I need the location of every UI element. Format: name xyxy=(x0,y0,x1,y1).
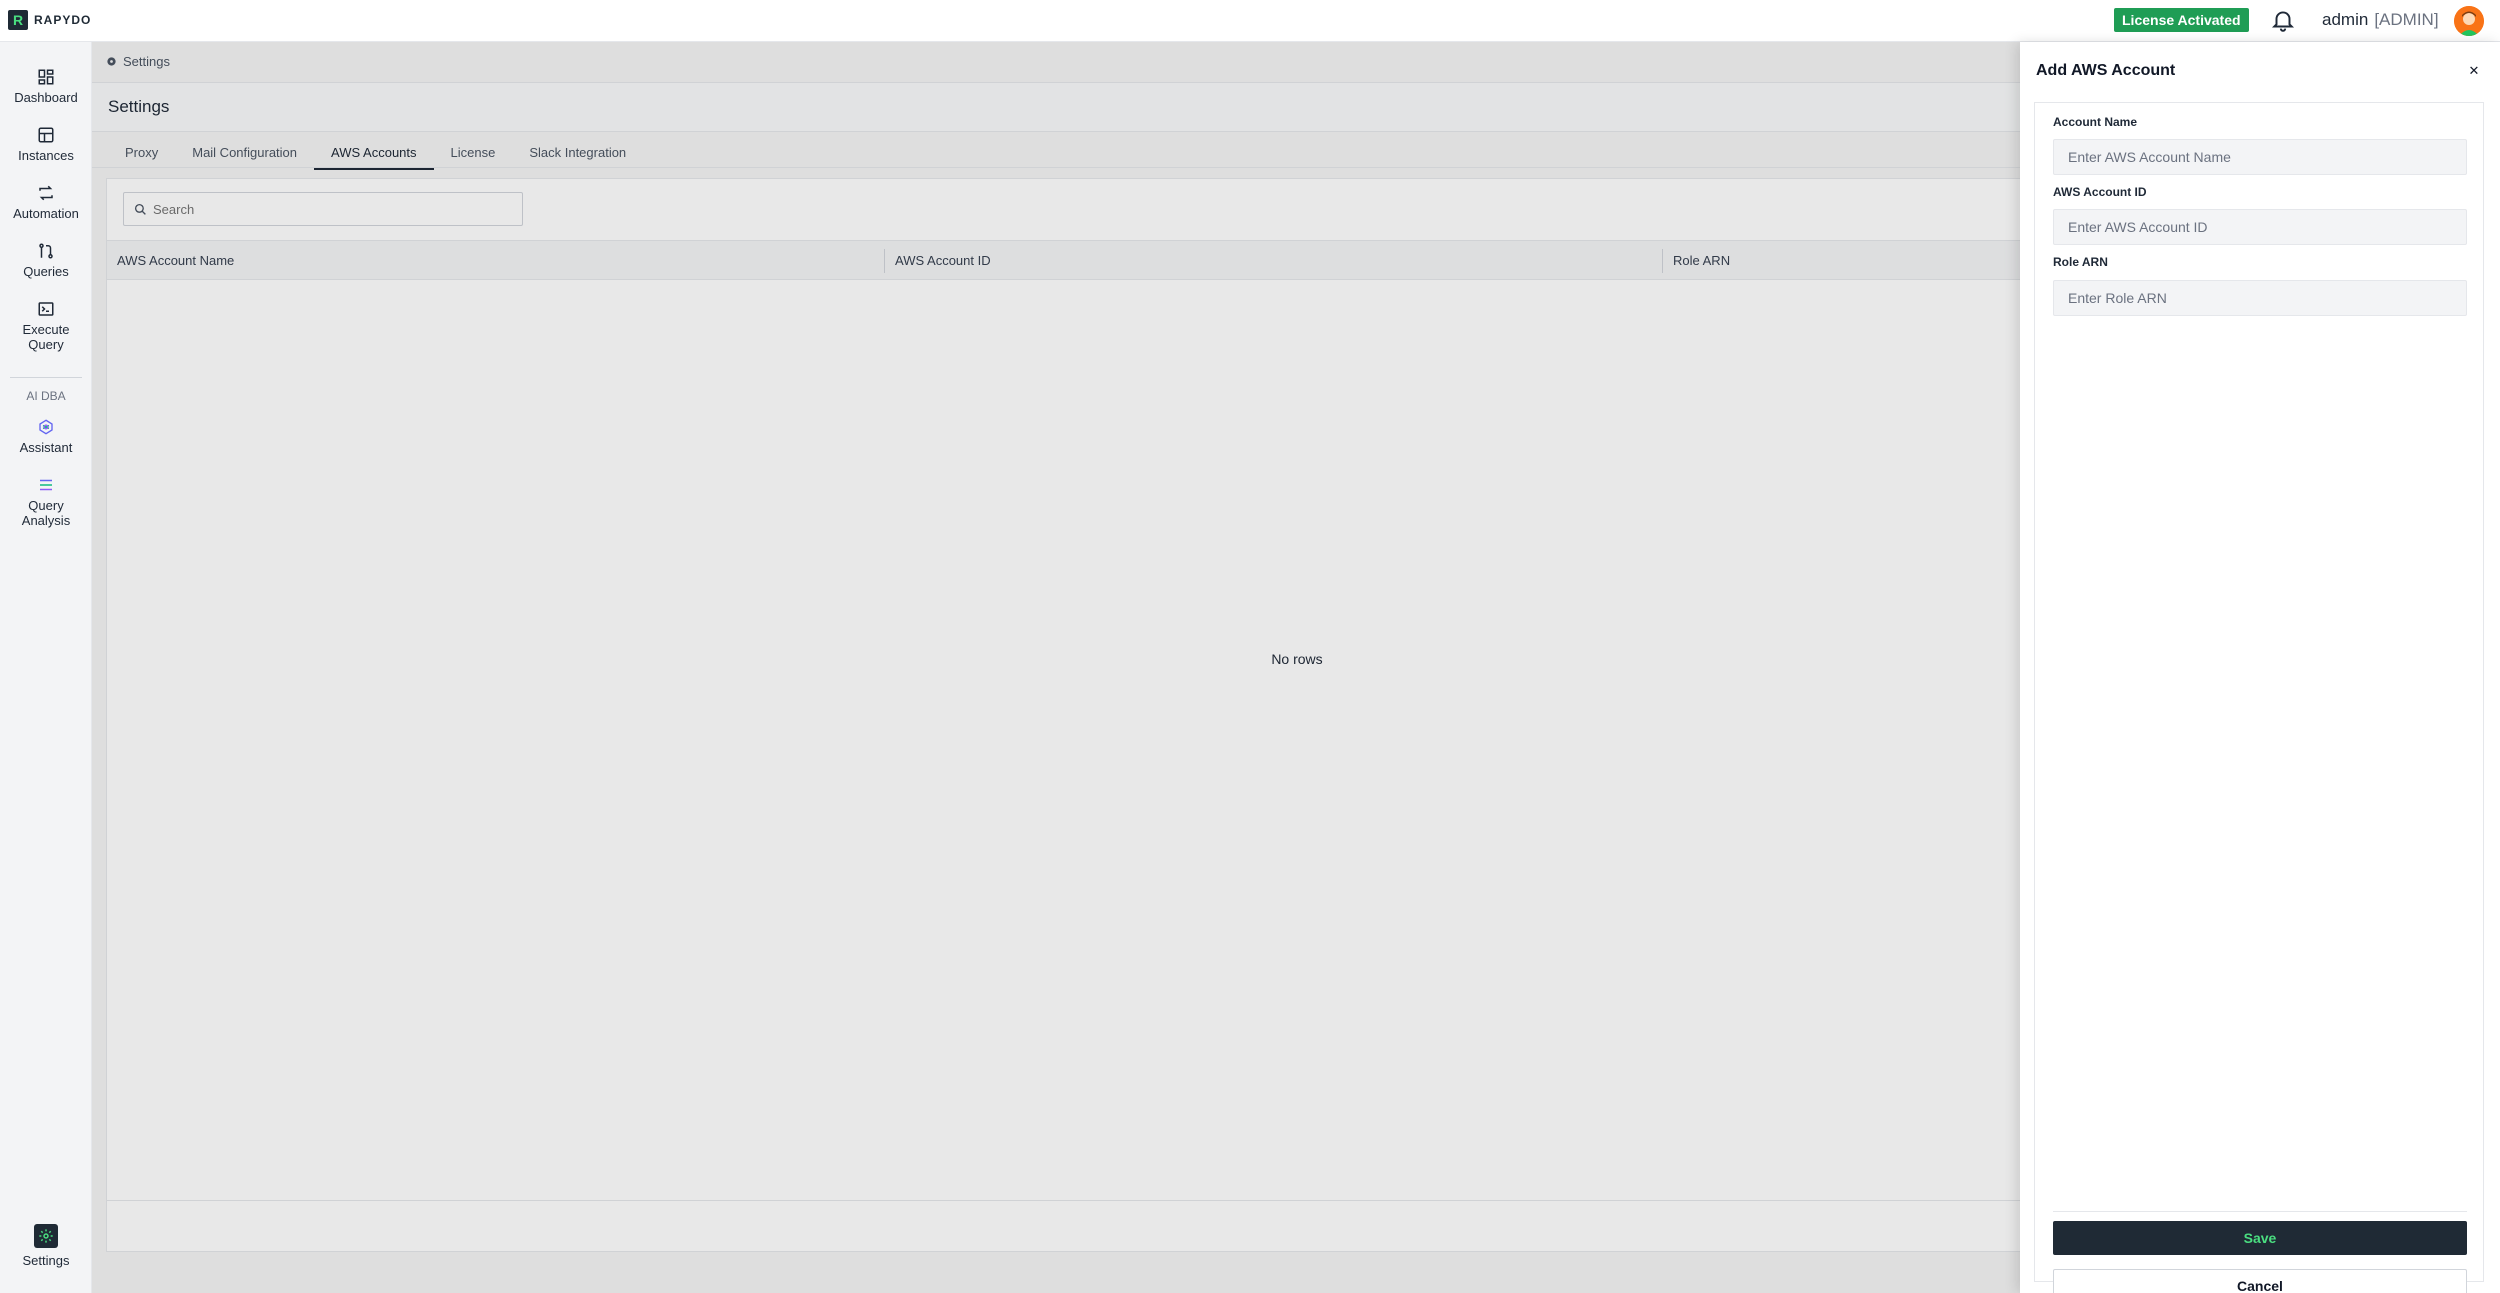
sidebar-item-instances[interactable]: Instances xyxy=(0,126,92,163)
role-arn-input[interactable] xyxy=(2053,280,2467,316)
automation-icon xyxy=(39,185,53,201)
add-aws-account-drawer: Add AWS Account ✕ Account Name AWS Accou… xyxy=(2020,42,2500,1293)
sidebar-item-automation[interactable]: Automation xyxy=(0,184,92,221)
bell-icon[interactable] xyxy=(2270,7,2296,33)
drawer-backdrop[interactable] xyxy=(92,42,2020,1293)
user-menu[interactable]: admin [ADMIN] xyxy=(2322,10,2439,30)
logo-mark: R xyxy=(8,10,28,30)
account-name-label: Account Name xyxy=(2053,115,2138,129)
sidebar-item-label: Query xyxy=(28,498,64,513)
avatar[interactable] xyxy=(2454,6,2484,36)
user-name: admin xyxy=(2322,10,2369,29)
sidebar: Dashboard Instances Automation Queries E… xyxy=(0,42,92,1293)
assistant-icon xyxy=(39,419,53,435)
sidebar-item-settings[interactable]: Settings xyxy=(0,1224,92,1268)
sidebar-section-label: AI DBA xyxy=(26,389,66,403)
sidebar-item-label: Queries xyxy=(23,264,69,279)
aws-account-id-input[interactable] xyxy=(2053,209,2467,245)
sidebar-item-label: Settings xyxy=(22,1253,70,1268)
sidebar-item-queries[interactable]: Queries xyxy=(0,242,92,279)
sidebar-item-dashboard[interactable]: Dashboard xyxy=(0,68,92,105)
dashboard-icon xyxy=(38,69,54,85)
add-aws-account-form: Account Name AWS Account ID Role ARN Sav… xyxy=(2034,102,2484,1293)
cancel-button[interactable]: Cancel xyxy=(2053,1269,2467,1293)
sidebar-item-label-line2: Query xyxy=(28,337,64,352)
settings-icon xyxy=(34,1224,58,1248)
form-actions-divider xyxy=(2053,1211,2467,1212)
top-bar: R RAPYDO License Activated admin [ADMIN] xyxy=(0,0,2500,42)
sidebar-item-label: Assistant xyxy=(19,440,73,455)
sidebar-item-label: Automation xyxy=(13,206,79,221)
sidebar-item-query-analysis[interactable]: Query Analysis xyxy=(0,476,92,528)
close-icon[interactable]: ✕ xyxy=(2464,61,2484,81)
instances-icon xyxy=(38,127,54,143)
user-role: [ADMIN] xyxy=(2374,10,2439,29)
sidebar-item-label: Execute xyxy=(22,322,70,337)
queries-icon xyxy=(39,243,53,259)
app-logo[interactable]: R RAPYDO xyxy=(8,10,91,30)
license-status-badge: License Activated xyxy=(2114,8,2249,32)
terminal-icon xyxy=(38,302,54,316)
drawer-title: Add AWS Account xyxy=(2036,62,2176,79)
sidebar-item-assistant[interactable]: Assistant xyxy=(0,418,92,455)
sidebar-item-label-line2: Analysis xyxy=(21,513,71,528)
sidebar-item-execute-query[interactable]: Execute Query xyxy=(0,300,92,352)
account-name-input[interactable] xyxy=(2053,139,2467,175)
sidebar-item-label: Instances xyxy=(18,148,74,163)
query-analysis-icon xyxy=(40,479,52,491)
save-button[interactable]: Save xyxy=(2053,1221,2467,1255)
sidebar-item-label: Dashboard xyxy=(14,90,78,105)
aws-account-id-label: AWS Account ID xyxy=(2053,185,2147,199)
role-arn-label: Role ARN xyxy=(2053,255,2108,269)
sidebar-divider xyxy=(10,377,82,378)
avatar-image xyxy=(2454,6,2484,36)
logo-text: RAPYDO xyxy=(34,13,92,27)
